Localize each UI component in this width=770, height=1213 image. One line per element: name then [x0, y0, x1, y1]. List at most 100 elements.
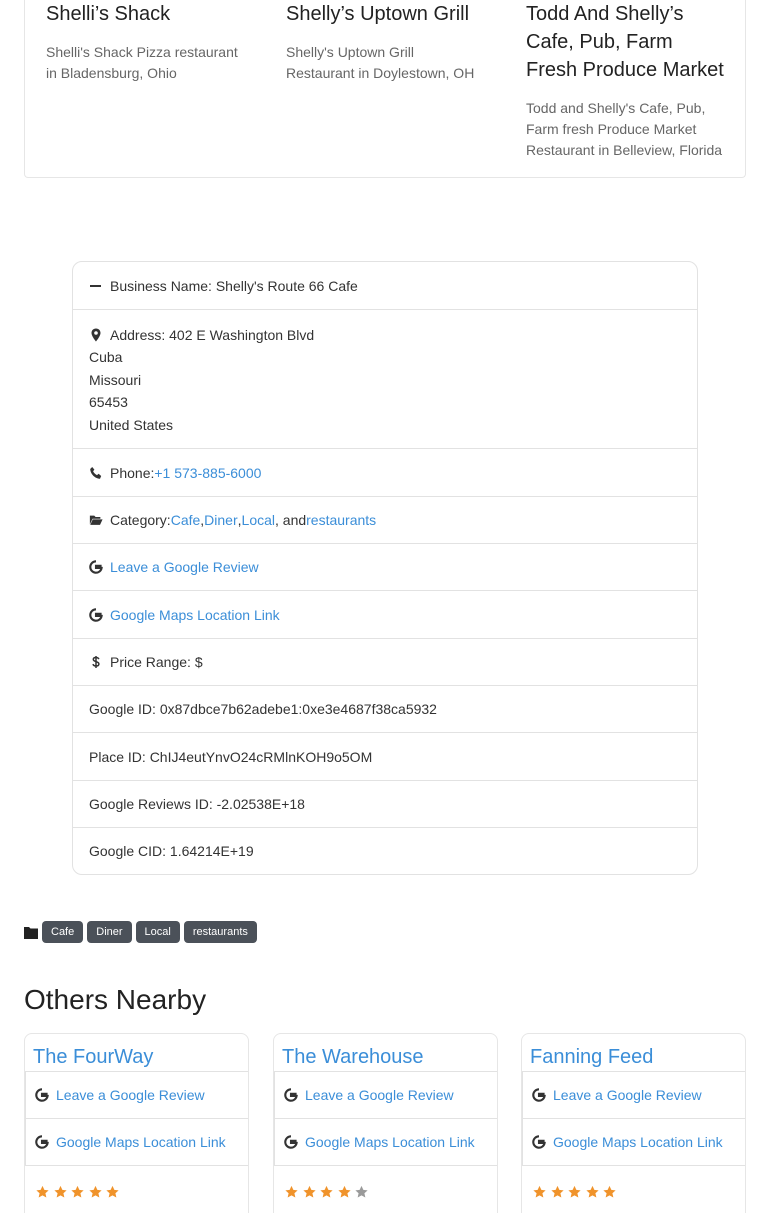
rating-stars — [25, 1165, 248, 1213]
address-country: United States — [89, 416, 174, 433]
tag-local[interactable]: Local — [135, 921, 180, 943]
star-filled-icon — [337, 1185, 351, 1198]
nearby-card-title[interactable]: The Warehouse — [274, 1034, 497, 1071]
star-filled-icon — [550, 1185, 564, 1198]
google-icon — [284, 1088, 298, 1102]
place-id: Place ID: ChIJ4eutYnvO24cRMlnKOH9o5OM — [89, 748, 373, 765]
place-id-row: Place ID: ChIJ4eutYnvO24cRMlnKOH9o5OM — [73, 732, 697, 780]
nearby-card: The FourWay Leave a Google Review Google… — [24, 1033, 249, 1213]
related-card-title[interactable]: Todd And Shelly’s Cafe, Pub, Farm Fresh … — [526, 0, 725, 84]
leave-review-link[interactable]: Leave a Google Review — [553, 1087, 702, 1103]
business-details: Business Name: Shelly's Route 66 Cafe Ad… — [72, 261, 698, 876]
related-card-title[interactable]: Shelli’s Shack — [46, 0, 245, 28]
nearby-card-title[interactable]: The FourWay — [25, 1034, 248, 1071]
category-link-diner[interactable]: Diner — [204, 512, 237, 528]
tag-list: Cafe Diner Local restaurants — [24, 921, 261, 943]
nearby-review-row: Leave a Google Review — [523, 1071, 745, 1118]
business-name: Business Name: Shelly's Route 66 Cafe — [110, 277, 358, 294]
nearby-heading: Others Nearby — [24, 984, 207, 1015]
google-id: Google ID: 0x87dbce7b62adebe1:0xe3e4687f… — [89, 701, 437, 718]
reviews-id: Google Reviews ID: -2.02538E+18 — [89, 796, 305, 813]
star-filled-icon — [88, 1185, 102, 1198]
phone-icon — [89, 466, 103, 480]
category-link-restaurants[interactable]: restaurants — [306, 512, 376, 528]
google-icon — [89, 607, 103, 622]
rating-stars — [274, 1165, 497, 1213]
leave-review-link[interactable]: Leave a Google Review — [110, 559, 259, 575]
nearby-card: Fanning Feed Leave a Google Review Googl… — [521, 1033, 746, 1213]
cid-row: Google CID: 1.64214E+19 — [73, 827, 697, 874]
price-row: Price Range: $ — [73, 638, 697, 685]
address-city: Cuba — [89, 349, 123, 366]
star-filled-icon — [603, 1185, 616, 1198]
nearby-maps-row: Google Maps Location Link — [523, 1118, 745, 1165]
category-link-cafe[interactable]: Cafe — [171, 512, 201, 528]
google-icon — [284, 1135, 298, 1149]
folder-open-icon — [89, 513, 103, 527]
review-row: Leave a Google Review — [73, 543, 697, 590]
maps-location-link[interactable]: Google Maps Location Link — [56, 1134, 226, 1150]
maps-location-link[interactable]: Google Maps Location Link — [305, 1134, 475, 1150]
dollar-icon — [89, 655, 103, 669]
category-separator: , and — [275, 512, 307, 529]
star-filled-icon — [36, 1185, 49, 1198]
leave-review-link[interactable]: Leave a Google Review — [56, 1087, 205, 1103]
address-state: Missouri — [89, 371, 142, 388]
google-icon — [89, 560, 103, 574]
price-range: Price Range: $ — [110, 654, 203, 671]
maps-location-link[interactable]: Google Maps Location Link — [553, 1134, 723, 1150]
category-label: Category: — [110, 512, 171, 529]
nearby-card-title[interactable]: Fanning Feed — [522, 1034, 745, 1071]
google-icon — [532, 1088, 546, 1102]
star-filled-icon — [533, 1185, 546, 1198]
star-filled-icon — [285, 1185, 298, 1198]
phone-row: Phone: +1 573-885-6000 — [73, 448, 697, 496]
related-card[interactable]: Todd And Shelly’s Cafe, Pub, Farm Fresh … — [505, 0, 745, 177]
reviews-id-row: Google Reviews ID: -2.02538E+18 — [73, 780, 697, 827]
nearby-list: The FourWay Leave a Google Review Google… — [24, 1033, 746, 1213]
google-icon — [35, 1088, 49, 1102]
maps-row: Google Maps Location Link — [73, 590, 697, 638]
business-name-row: Business Name: Shelly's Route 66 Cafe — [73, 262, 697, 309]
star-filled-icon — [106, 1185, 119, 1198]
star-filled-icon — [320, 1185, 333, 1198]
minus-icon — [89, 279, 103, 293]
related-card-desc: Shelli's Shack Pizza restaurant in Blade… — [46, 44, 238, 81]
star-filled-icon — [53, 1185, 67, 1198]
related-card[interactable]: Shelly’s Uptown Grill Shelly's Uptown Gr… — [265, 0, 505, 177]
star-empty-icon — [355, 1185, 368, 1198]
star-filled-icon — [71, 1185, 84, 1198]
nearby-review-row: Leave a Google Review — [275, 1071, 497, 1118]
address-row: Address: 402 E Washington Blvd Cuba Miss… — [73, 309, 697, 448]
google-icon — [532, 1135, 546, 1149]
address-zip: 65453 — [89, 394, 128, 411]
rating-stars — [522, 1165, 745, 1213]
nearby-review-row: Leave a Google Review — [26, 1071, 248, 1118]
star-filled-icon — [302, 1185, 316, 1198]
nearby-maps-row: Google Maps Location Link — [26, 1118, 248, 1165]
related-card-desc: Todd and Shelly's Cafe, Pub, Farm fresh … — [526, 100, 723, 158]
category-link-local[interactable]: Local — [242, 512, 275, 528]
related-listings: Shelli’s Shack Shelli's Shack Pizza rest… — [24, 0, 746, 178]
star-filled-icon — [568, 1185, 581, 1198]
folder-icon — [24, 926, 38, 939]
star-filled-icon — [585, 1185, 599, 1198]
google-icon — [35, 1135, 49, 1149]
category-row: Category: Cafe, Diner, Local, and restau… — [73, 496, 697, 543]
related-card[interactable]: Shelli’s Shack Shelli's Shack Pizza rest… — [25, 0, 265, 177]
tag-cafe[interactable]: Cafe — [42, 921, 84, 943]
related-card-desc: Shelly's Uptown Grill Restaurant in Doyl… — [286, 44, 475, 81]
maps-location-link[interactable]: Google Maps Location Link — [110, 607, 280, 623]
address-street: Address: 402 E Washington Blvd — [110, 327, 315, 343]
google-id-row: Google ID: 0x87dbce7b62adebe1:0xe3e4687f… — [73, 685, 697, 732]
map-pin-icon — [89, 328, 103, 342]
nearby-maps-row: Google Maps Location Link — [275, 1118, 497, 1165]
leave-review-link[interactable]: Leave a Google Review — [305, 1087, 454, 1103]
related-card-title[interactable]: Shelly’s Uptown Grill — [286, 0, 485, 28]
phone-label: Phone: — [110, 464, 155, 481]
google-cid: Google CID: 1.64214E+19 — [89, 843, 254, 860]
phone-link[interactable]: +1 573-885-6000 — [154, 465, 261, 481]
tag-diner[interactable]: Diner — [87, 921, 132, 943]
tag-restaurants[interactable]: restaurants — [183, 921, 257, 943]
nearby-card: The Warehouse Leave a Google Review Goog… — [273, 1033, 498, 1213]
